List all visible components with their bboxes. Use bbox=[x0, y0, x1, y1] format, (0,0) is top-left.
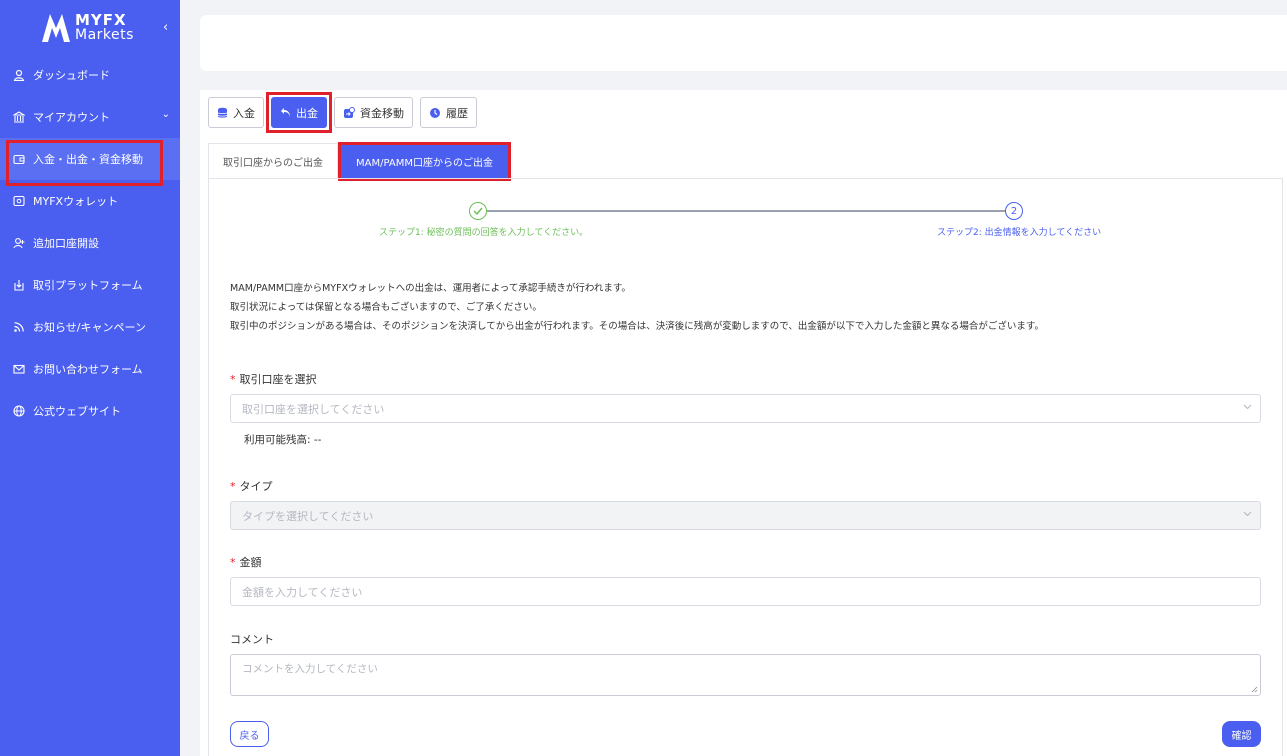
chevron-down-icon bbox=[1243, 511, 1252, 517]
sidebar-item-myfx-wallet[interactable]: MYFXウォレット bbox=[0, 180, 180, 222]
globe-icon bbox=[12, 404, 26, 418]
notice-line: 取引状況によっては保留となる場合もございますので、ご了承ください。 bbox=[230, 302, 542, 313]
type-select-label: * タイプ bbox=[230, 478, 273, 494]
step-2-label: ステップ2: 出金情報を入力してください bbox=[937, 228, 1102, 238]
amount-label: * 金額 bbox=[230, 554, 262, 570]
account-select-label: * 取引口座を選択 bbox=[230, 371, 317, 387]
notice-line: MAM/PAMM口座からMYFXウォレットへの出金は、運用者によって承認手続きが… bbox=[230, 283, 631, 294]
sidebar-item-label: マイアカウント bbox=[33, 111, 110, 124]
back-button[interactable]: 戻る bbox=[230, 721, 269, 747]
comment-textarea[interactable]: コメントを入力してください bbox=[230, 654, 1261, 696]
download-icon bbox=[12, 278, 26, 292]
user-icon bbox=[12, 68, 26, 82]
sidebar-item-label: MYFXウォレット bbox=[33, 195, 119, 208]
sidebar-item-label: 入金・出金・資金移動 bbox=[33, 153, 143, 166]
sidebar-item-deposit-withdraw-transfer[interactable]: 入金・出金・資金移動 bbox=[0, 138, 180, 186]
transfer-button-label: 資金移動 bbox=[360, 106, 404, 120]
comment-placeholder: コメントを入力してください bbox=[242, 663, 378, 675]
amount-input[interactable]: 金額を入力してください bbox=[230, 577, 1261, 606]
wallet-icon bbox=[12, 152, 26, 166]
sidebar-item-contact-form[interactable]: お問い合わせフォーム bbox=[0, 348, 180, 390]
deposit-button-label: 入金 bbox=[233, 106, 255, 120]
account-select[interactable]: 取引口座を選択してください bbox=[230, 394, 1261, 423]
sidebar-item-label: 公式ウェブサイト bbox=[33, 405, 121, 418]
main-panel: 入金 出金 資金移動 履歴 取引口座からのご出金 MAM/PAMM口座からのご出… bbox=[200, 90, 1287, 756]
deposit-button[interactable]: 入金 bbox=[208, 97, 264, 128]
check-icon bbox=[473, 207, 483, 215]
required-mark: * bbox=[230, 480, 236, 493]
type-select-placeholder: タイプを選択してください bbox=[242, 509, 374, 523]
sidebar-item-open-account[interactable]: 追加口座開設 bbox=[0, 222, 180, 264]
account-select-placeholder: 取引口座を選択してください bbox=[242, 402, 385, 416]
undo-arrow-icon bbox=[281, 108, 290, 117]
withdraw-notice: MAM/PAMM口座からMYFXウォレットへの出金は、運用者によって承認手続きが… bbox=[230, 279, 1044, 336]
sidebar: MYFX Markets ‹ ダッシュボード マイアカウント ⌄ 入金・出金・資… bbox=[0, 0, 180, 756]
withdraw-source-tabs: 取引口座からのご出金 MAM/PAMM口座からのご出金 bbox=[208, 142, 511, 181]
tab-trading-account-withdraw[interactable]: 取引口座からのご出金 bbox=[208, 143, 338, 178]
history-button[interactable]: 履歴 bbox=[420, 97, 477, 128]
tab-mam-pamm-withdraw[interactable]: MAM/PAMM口座からのご出金 bbox=[338, 142, 511, 181]
withdraw-button[interactable]: 出金 bbox=[266, 92, 332, 133]
notice-line: 取引中のポジションがある場合は、そのポジションを決済してから出金が行われます。そ… bbox=[230, 321, 1044, 332]
sidebar-item-trading-platform[interactable]: 取引プラットフォーム bbox=[0, 264, 180, 306]
withdraw-form-card: 2 ステップ1: 秘密の質問の回答を入力してください。 ステップ2: 出金情報を… bbox=[208, 178, 1283, 756]
comment-label: コメント bbox=[230, 633, 274, 646]
step-1-complete bbox=[469, 202, 487, 220]
required-mark: * bbox=[230, 556, 236, 569]
collapse-sidebar-icon[interactable]: ‹ bbox=[163, 20, 168, 35]
mail-icon bbox=[12, 362, 26, 376]
sidebar-item-label: 追加口座開設 bbox=[33, 237, 99, 250]
funds-action-toolbar: 入金 出金 資金移動 履歴 bbox=[208, 92, 484, 133]
sidebar-item-my-account[interactable]: マイアカウント ⌄ bbox=[0, 96, 180, 138]
required-mark: * bbox=[230, 373, 236, 386]
sidebar-nav: ダッシュボード マイアカウント ⌄ 入金・出金・資金移動 MYFXウォレット 追… bbox=[0, 54, 180, 432]
account-select-label-text: 取引口座を選択 bbox=[239, 373, 317, 386]
history-button-label: 履歴 bbox=[446, 106, 468, 120]
database-icon bbox=[217, 107, 228, 118]
chevron-down-icon: ⌄ bbox=[161, 109, 170, 120]
sidebar-item-official-website[interactable]: 公式ウェブサイト bbox=[0, 390, 180, 432]
amount-input-placeholder: 金額を入力してください bbox=[242, 585, 363, 599]
logo-mark-icon bbox=[42, 14, 70, 42]
wallet-card-icon bbox=[12, 194, 26, 208]
bank-icon bbox=[12, 110, 26, 124]
transfer-icon bbox=[344, 106, 355, 118]
rss-icon bbox=[12, 320, 26, 334]
sidebar-item-news-campaign[interactable]: お知らせ/キャンペーン bbox=[0, 306, 180, 348]
type-select[interactable]: タイプを選択してください bbox=[230, 501, 1261, 530]
confirm-button[interactable]: 確認 bbox=[1222, 721, 1261, 747]
sidebar-item-label: 取引プラットフォーム bbox=[33, 279, 143, 292]
sidebar-item-dashboard[interactable]: ダッシュボード bbox=[0, 54, 180, 96]
add-user-icon bbox=[12, 236, 26, 250]
type-select-label-text: タイプ bbox=[239, 480, 273, 493]
resize-grip-icon[interactable] bbox=[1251, 686, 1258, 693]
history-icon bbox=[430, 107, 440, 118]
sidebar-item-label: ダッシュボード bbox=[33, 69, 110, 82]
step-2-current: 2 bbox=[1005, 202, 1023, 220]
transfer-button[interactable]: 資金移動 bbox=[334, 97, 413, 128]
step-1-label: ステップ1: 秘密の質問の回答を入力してください。 bbox=[379, 228, 589, 238]
withdraw-button-label: 出金 bbox=[296, 106, 318, 120]
logo-text-line2: Markets bbox=[75, 27, 134, 43]
sidebar-item-label: お知らせ/キャンペーン bbox=[33, 321, 146, 334]
amount-label-text: 金額 bbox=[239, 556, 262, 569]
chevron-down-icon bbox=[1243, 404, 1252, 410]
available-balance: 利用可能残高: -- bbox=[244, 434, 322, 446]
top-header-bar bbox=[200, 15, 1287, 71]
stepper-line bbox=[485, 210, 1014, 212]
myfx-logo[interactable]: MYFX Markets bbox=[40, 10, 140, 44]
sidebar-item-label: お問い合わせフォーム bbox=[33, 363, 143, 376]
